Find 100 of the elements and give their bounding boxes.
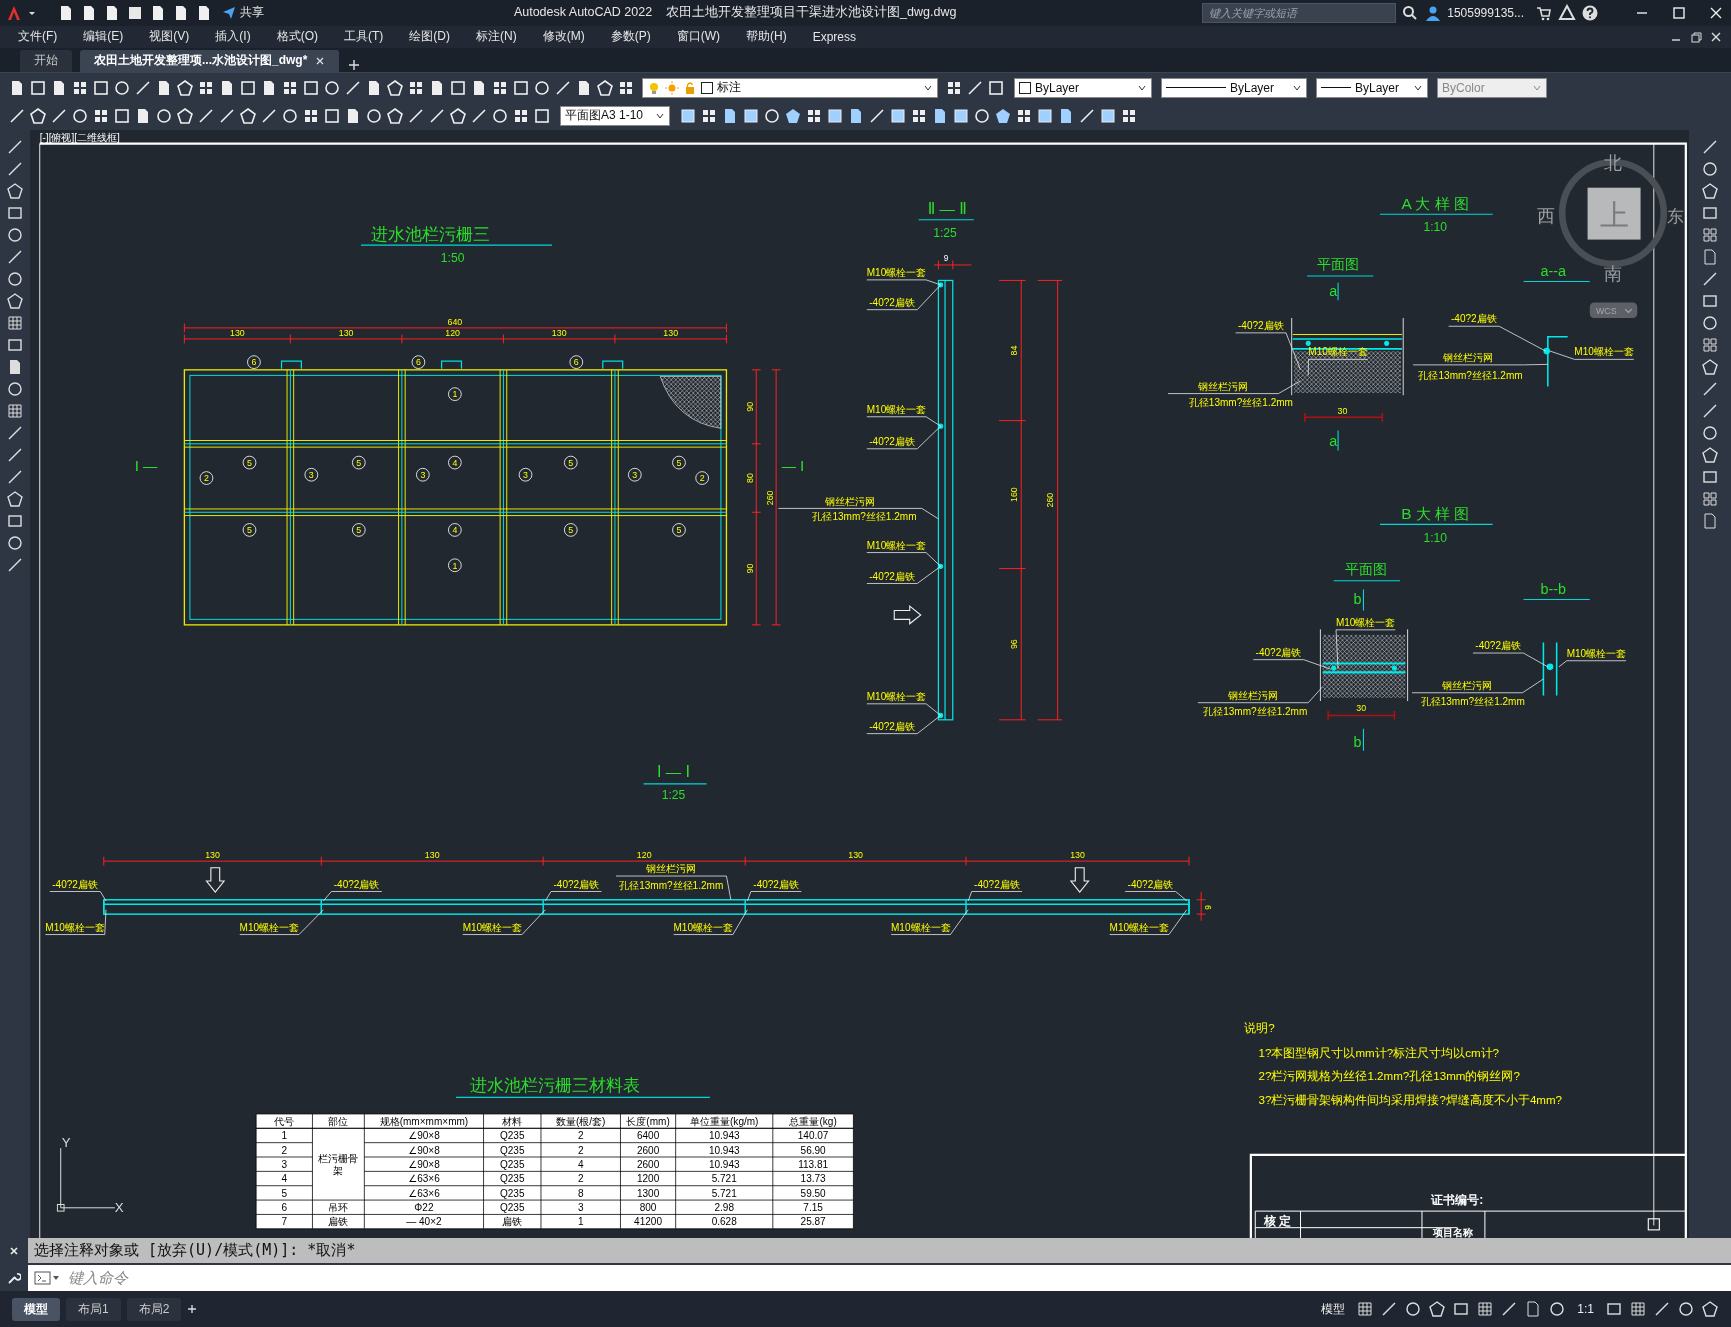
square-icon[interactable] — [889, 106, 907, 125]
menu-item[interactable]: 文件(F) — [18, 28, 68, 46]
circle-icon[interactable] — [1701, 160, 1719, 179]
line-icon[interactable] — [218, 106, 236, 125]
square-icon[interactable] — [323, 106, 341, 125]
circle-icon[interactable] — [973, 106, 991, 125]
menu-item[interactable]: 帮助(H) — [746, 28, 797, 46]
square-icon[interactable] — [29, 78, 47, 97]
polygon-icon[interactable] — [6, 182, 24, 201]
file-tab[interactable]: 开始 — [20, 49, 72, 72]
menu-item[interactable]: 窗口(W) — [676, 28, 730, 46]
square-icon[interactable] — [512, 78, 530, 97]
line-icon[interactable] — [407, 106, 425, 125]
restore-icon[interactable] — [1689, 29, 1703, 44]
circle-icon[interactable] — [6, 380, 24, 399]
line-icon[interactable] — [966, 78, 984, 97]
menu-item[interactable]: 格式(O) — [276, 28, 328, 46]
square-icon[interactable] — [952, 106, 970, 125]
polygon-icon[interactable] — [1701, 1300, 1719, 1319]
polygon-icon[interactable] — [1428, 1300, 1447, 1319]
circle-icon[interactable] — [1404, 1300, 1423, 1319]
menu-item[interactable]: 视图(V) — [149, 28, 200, 46]
polygon-icon[interactable] — [239, 106, 257, 125]
line-icon[interactable] — [868, 106, 886, 125]
viewport-label[interactable]: [-][俯视][二维线框] — [39, 132, 120, 144]
bulb-icon[interactable] — [647, 80, 661, 95]
square-icon[interactable] — [1099, 106, 1117, 125]
line-icon[interactable] — [428, 106, 446, 125]
close-icon[interactable] — [315, 55, 326, 66]
menu-item[interactable]: 参数(P) — [610, 28, 661, 46]
grid-icon[interactable] — [1701, 336, 1719, 355]
polygon-icon[interactable] — [176, 78, 194, 97]
square-icon[interactable] — [679, 106, 697, 125]
layout-tab[interactable]: 布局2 — [126, 1297, 182, 1321]
layer-dropdown[interactable]: 标注 — [642, 77, 938, 98]
circle-icon[interactable] — [6, 534, 24, 553]
close-icon[interactable] — [9, 1245, 19, 1256]
grid-icon[interactable] — [6, 314, 24, 333]
square-icon[interactable] — [1036, 106, 1054, 125]
polygon-icon[interactable] — [176, 106, 194, 125]
square-icon[interactable] — [533, 106, 551, 125]
circle-icon[interactable] — [1701, 424, 1719, 443]
grid-icon[interactable] — [1701, 226, 1719, 245]
compass-label[interactable]: 北 — [1603, 153, 1622, 174]
circle-icon[interactable] — [1701, 314, 1719, 333]
help-icon[interactable] — [1581, 3, 1599, 22]
polygon-icon[interactable] — [994, 106, 1012, 125]
circle-icon[interactable] — [491, 106, 509, 125]
wrench-icon[interactable] — [7, 1271, 21, 1286]
circle-icon[interactable] — [1677, 1300, 1695, 1319]
add-tab-icon[interactable] — [347, 57, 362, 72]
circle-icon[interactable] — [6, 270, 24, 289]
square-icon[interactable] — [449, 78, 467, 97]
annotation-scale-button[interactable]: 1:1 — [1572, 1300, 1599, 1319]
square-icon[interactable] — [92, 78, 110, 97]
search-field[interactable]: 键入关键字或短语 — [1202, 2, 1397, 23]
polygon-icon[interactable] — [386, 78, 404, 97]
circle-icon[interactable] — [365, 106, 383, 125]
layout-tab[interactable]: 模型 — [12, 1297, 60, 1321]
menu-item[interactable]: 编辑(E) — [83, 28, 134, 46]
line-icon[interactable] — [554, 78, 572, 97]
triangle-logo-icon[interactable] — [1558, 3, 1576, 22]
line-icon[interactable] — [8, 106, 26, 125]
grid-icon[interactable] — [1476, 1300, 1495, 1319]
square-icon[interactable] — [987, 78, 1005, 97]
polygon-icon[interactable] — [449, 106, 467, 125]
compass-label[interactable]: 西 — [1536, 206, 1555, 227]
circle-icon[interactable] — [763, 106, 781, 125]
menu-item[interactable]: 插入(I) — [215, 28, 261, 46]
command-prompt-icon[interactable] — [34, 1271, 60, 1286]
circle-icon[interactable] — [113, 78, 131, 97]
line-icon[interactable] — [197, 106, 215, 125]
compass-label[interactable]: 南 — [1603, 264, 1622, 285]
circle-icon[interactable] — [155, 106, 173, 125]
polygon-icon[interactable] — [386, 106, 404, 125]
polygon-icon[interactable] — [1701, 182, 1719, 201]
compass-label[interactable]: 东 — [1667, 207, 1685, 227]
grid-icon[interactable] — [1701, 490, 1719, 509]
grid-icon[interactable] — [1629, 1300, 1647, 1319]
polygon-icon[interactable] — [784, 106, 802, 125]
polygon-icon[interactable] — [6, 490, 24, 509]
polygon-icon[interactable] — [29, 106, 47, 125]
square-icon[interactable] — [826, 106, 844, 125]
grid-icon[interactable] — [6, 402, 24, 421]
circle-icon[interactable] — [1548, 1300, 1567, 1319]
line-icon[interactable] — [134, 78, 152, 97]
polygon-icon[interactable] — [1701, 446, 1719, 465]
menu-item[interactable]: 工具(T) — [344, 28, 394, 46]
polygon-icon[interactable] — [6, 292, 24, 311]
add-layout-icon[interactable] — [187, 1304, 198, 1315]
polygon-icon[interactable] — [1701, 358, 1719, 377]
line-icon[interactable] — [1078, 106, 1096, 125]
file-tab[interactable]: 农田土地开发整理项...水池设计图_dwg* — [80, 49, 340, 72]
square-icon[interactable] — [113, 106, 131, 125]
line-icon[interactable] — [344, 78, 362, 97]
lineweight-dropdown[interactable]: ByLayer — [1316, 77, 1428, 98]
share-button[interactable]: 共享 — [218, 2, 268, 24]
linetype-dropdown[interactable]: ByLayer — [1161, 77, 1307, 98]
circle-icon[interactable] — [71, 106, 89, 125]
app-logo-icon[interactable] — [6, 4, 22, 21]
